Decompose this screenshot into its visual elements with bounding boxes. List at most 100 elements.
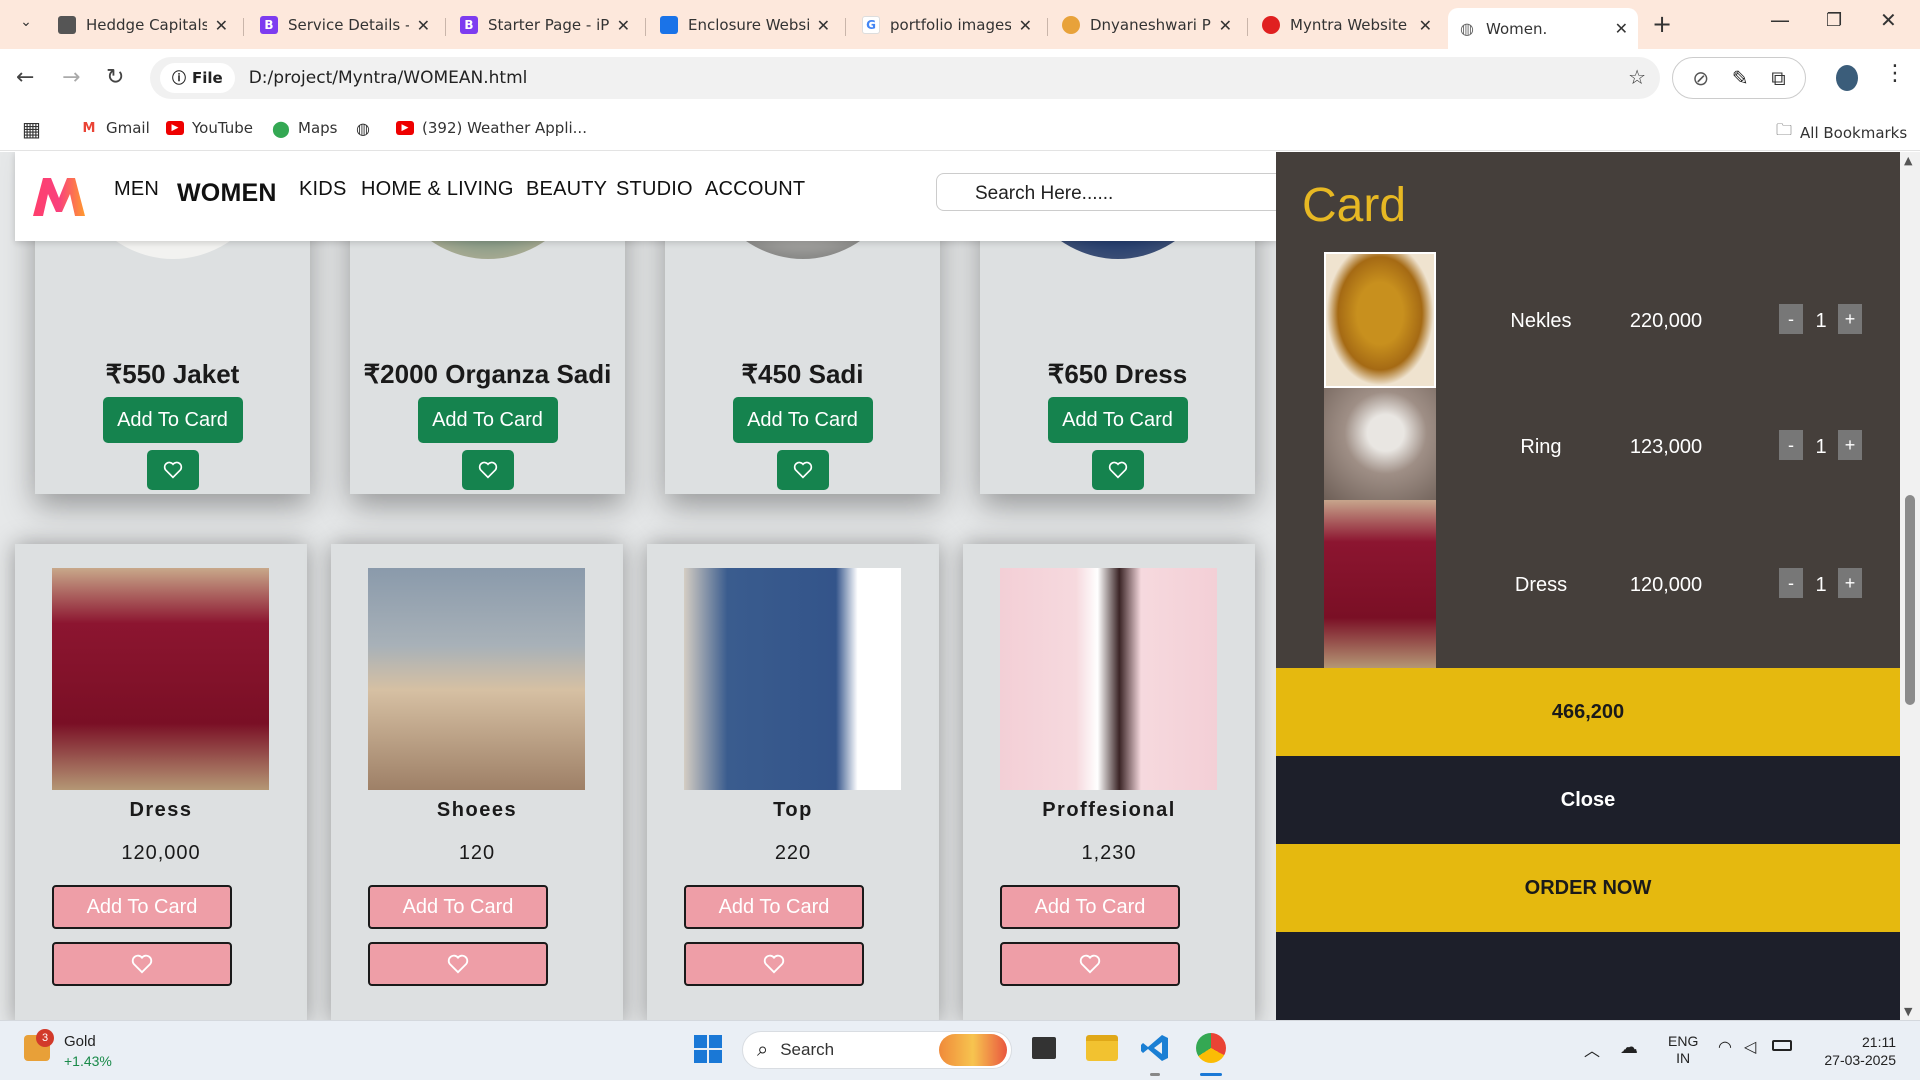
tab-starter-page[interactable]: B Starter Page - iP ✕: [450, 8, 640, 42]
bookmark-youtube[interactable]: ▶ YouTube: [166, 119, 253, 137]
wishlist-button[interactable]: [52, 942, 232, 986]
file-explorer-icon[interactable]: [1086, 1035, 1118, 1061]
nav-account[interactable]: ACCOUNT: [705, 178, 805, 201]
volume-icon[interactable]: ◁: [1744, 1037, 1756, 1057]
increase-qty-button[interactable]: +: [1838, 568, 1862, 598]
close-icon[interactable]: ✕: [817, 16, 830, 35]
tab-service-details[interactable]: B Service Details - ✕: [250, 8, 440, 42]
wishlist-button[interactable]: [1091, 450, 1144, 490]
window-close-icon[interactable]: ✕: [1880, 8, 1897, 32]
translate-icon[interactable]: ⊘: [1692, 66, 1709, 90]
nav-studio[interactable]: STUDIO: [616, 178, 693, 201]
wishlist-button[interactable]: [776, 450, 829, 490]
language-indicator[interactable]: ENG IN: [1668, 1033, 1698, 1067]
task-view-icon[interactable]: [1032, 1037, 1056, 1059]
increase-qty-button[interactable]: +: [1838, 430, 1862, 460]
apps-grid-icon[interactable]: ▦: [22, 117, 41, 141]
all-bookmarks[interactable]: 🗀 All Bookmarks: [1776, 119, 1907, 146]
clock[interactable]: 21:11 27-03-2025: [1812, 1033, 1896, 1069]
nav-kids[interactable]: KIDS: [299, 178, 346, 201]
tab-myntra-website[interactable]: Myntra Website ✕: [1252, 8, 1442, 42]
scrollbar-thumb[interactable]: [1905, 495, 1915, 705]
bookmark-star-icon[interactable]: ☆: [1628, 65, 1646, 89]
restore-icon[interactable]: ❐: [1826, 10, 1842, 31]
vscode-icon[interactable]: [1140, 1033, 1170, 1063]
tab-portfolio-images[interactable]: G portfolio images ✕: [852, 8, 1042, 42]
add-to-cart-button[interactable]: Add To Card: [368, 885, 548, 929]
bookmark-weather[interactable]: ▶ (392) Weather Appli...: [396, 119, 587, 137]
close-icon[interactable]: ✕: [1019, 16, 1032, 35]
search-input[interactable]: Search Here......: [936, 173, 1296, 211]
nav-men[interactable]: MEN: [114, 178, 159, 201]
tab-enclosure[interactable]: Enclosure Websit ✕: [650, 8, 840, 42]
add-to-cart-button[interactable]: Add To Card: [102, 397, 243, 443]
site-info-label: File: [192, 69, 223, 87]
close-cart-button[interactable]: Close: [1276, 756, 1900, 844]
page-scrollbar[interactable]: ▲ ▼: [1900, 152, 1920, 1020]
wishlist-button[interactable]: [146, 450, 199, 490]
myntra-logo-icon[interactable]: [31, 174, 87, 218]
add-to-cart-button[interactable]: Add To Card: [684, 885, 864, 929]
wishlist-button[interactable]: [461, 450, 514, 490]
address-bar[interactable]: ⓘ File D:/project/Myntra/WOMEAN.html ☆: [150, 57, 1660, 99]
profile-avatar[interactable]: [1836, 65, 1858, 91]
cart-item-qty: 1: [1815, 436, 1827, 458]
tab-title: Heddge Capitals: [86, 16, 207, 34]
globe-bookmark-icon[interactable]: ◍: [356, 119, 370, 138]
nav-home-living[interactable]: HOME & LIVING: [361, 178, 514, 201]
decrease-qty-button[interactable]: -: [1779, 304, 1803, 334]
product-title: ₹650 Dress: [1047, 359, 1188, 389]
tab-search-icon[interactable]: ⌄: [14, 14, 38, 38]
windows-start-icon[interactable]: [694, 1035, 722, 1063]
extensions-group: ⊘ ✎ ⧉: [1672, 57, 1806, 99]
forward-icon[interactable]: →: [62, 65, 80, 90]
tab-heddge[interactable]: Heddge Capitals ✕: [48, 8, 238, 42]
chevron-up-icon[interactable]: ︿: [1584, 1037, 1600, 1061]
new-tab-icon[interactable]: +: [1652, 10, 1672, 38]
tab-women-active[interactable]: ◍ Women. ✕: [1448, 8, 1638, 49]
close-icon[interactable]: ✕: [1219, 16, 1232, 35]
menu-kebab-icon[interactable]: ⋮: [1884, 61, 1906, 86]
close-icon[interactable]: ✕: [215, 16, 228, 35]
bookmark-label: YouTube: [192, 119, 253, 137]
taskbar-search-box[interactable]: ⌕ Search: [742, 1031, 1012, 1069]
tab-dnyaneshwari[interactable]: Dnyaneshwari P ✕: [1052, 8, 1242, 42]
reload-icon[interactable]: ↻: [106, 65, 124, 90]
extensions-icon[interactable]: ⧉: [1771, 66, 1785, 90]
decrease-qty-button[interactable]: -: [1779, 430, 1803, 460]
close-icon[interactable]: ✕: [1419, 16, 1432, 35]
close-icon[interactable]: ✕: [417, 16, 430, 35]
decrease-qty-button[interactable]: -: [1779, 568, 1803, 598]
cart-item-name: Dress: [1514, 574, 1568, 596]
add-to-cart-button[interactable]: Add To Card: [1000, 885, 1180, 929]
onedrive-icon[interactable]: ☁: [1620, 1037, 1638, 1058]
site-info-chip[interactable]: ⓘ File: [160, 63, 235, 93]
nav-beauty[interactable]: BEAUTY: [526, 178, 607, 201]
bookmark-gmail[interactable]: M Gmail: [80, 119, 150, 137]
wishlist-button[interactable]: [1000, 942, 1180, 986]
wishlist-button[interactable]: [368, 942, 548, 986]
close-icon[interactable]: ✕: [617, 16, 630, 35]
eyedropper-icon[interactable]: ✎: [1732, 66, 1749, 90]
order-now-button[interactable]: ORDER NOW: [1276, 844, 1900, 932]
add-to-cart-button[interactable]: Add To Card: [732, 397, 873, 443]
chrome-icon[interactable]: [1196, 1033, 1226, 1063]
search-highlight-icon: [939, 1034, 1007, 1066]
url-text[interactable]: D:/project/Myntra/WOMEAN.html: [249, 68, 528, 88]
add-to-cart-button[interactable]: Add To Card: [417, 397, 558, 443]
increase-qty-button[interactable]: +: [1838, 304, 1862, 334]
product-image: [52, 568, 269, 790]
tab-title: portfolio images: [890, 16, 1011, 34]
nav-women[interactable]: WOMEN: [177, 179, 277, 208]
close-icon[interactable]: ✕: [1615, 19, 1628, 38]
battery-icon[interactable]: [1772, 1040, 1792, 1051]
back-icon[interactable]: ←: [16, 65, 34, 90]
add-to-cart-button[interactable]: Add To Card: [1047, 397, 1188, 443]
wifi-icon[interactable]: ◠: [1718, 1037, 1732, 1057]
scroll-down-icon[interactable]: ▼: [1904, 1005, 1912, 1018]
minimize-icon[interactable]: —: [1770, 8, 1790, 32]
wishlist-button[interactable]: [684, 942, 864, 986]
scroll-up-icon[interactable]: ▲: [1904, 154, 1912, 167]
bookmark-maps[interactable]: ⬤ Maps: [272, 119, 337, 138]
add-to-cart-button[interactable]: Add To Card: [52, 885, 232, 929]
